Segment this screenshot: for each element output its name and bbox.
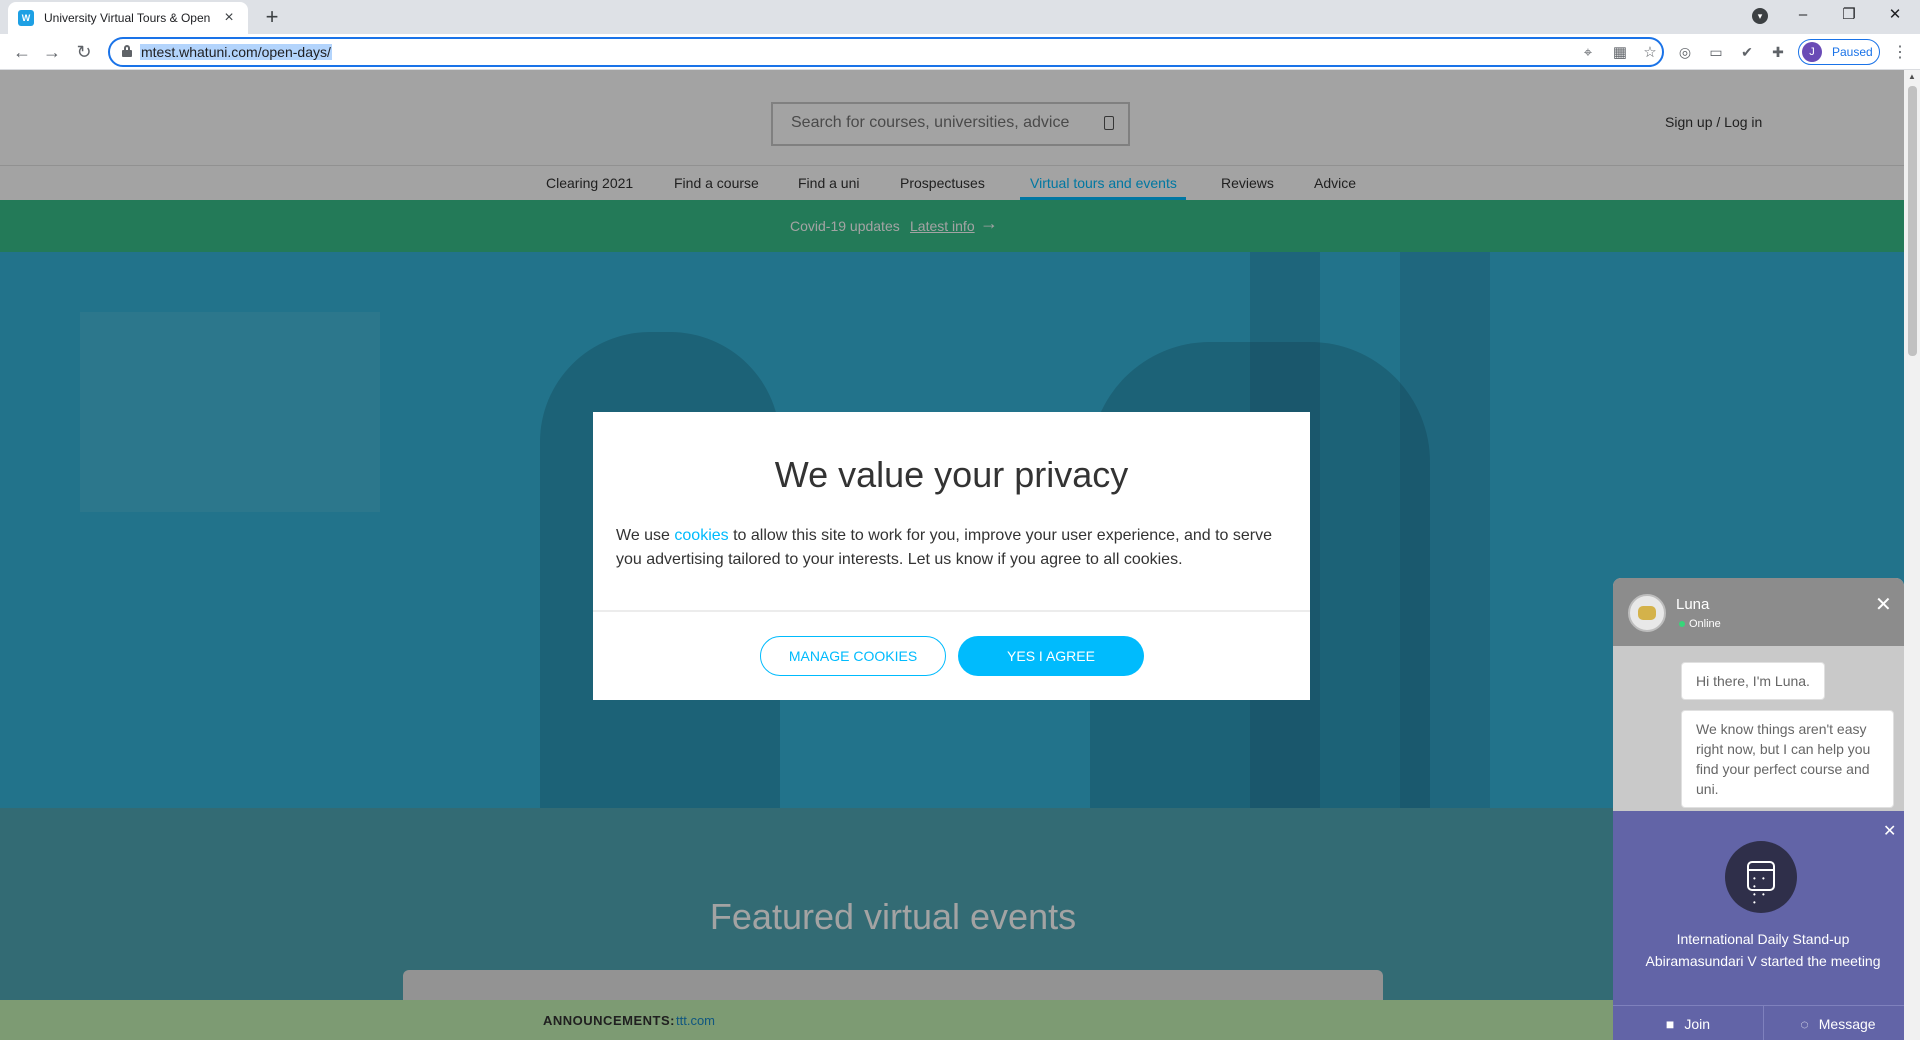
- tab-search-icon[interactable]: ▾: [1752, 8, 1768, 24]
- extensions-puzzle-icon[interactable]: ✚: [1769, 43, 1787, 61]
- chat-message: Hi there, I'm Luna.: [1681, 662, 1825, 700]
- chat-header: Luna Online ✕: [1613, 578, 1904, 646]
- address-bar[interactable]: mtest.whatuni.com/open-days/ ⌖ ▦ ☆: [108, 37, 1664, 67]
- join-button[interactable]: ■ Join: [1613, 1006, 1763, 1040]
- new-tab-button[interactable]: +: [258, 4, 286, 30]
- lock-icon[interactable]: [122, 45, 132, 57]
- url-text[interactable]: mtest.whatuni.com/open-days/: [140, 44, 332, 60]
- browser-toolbar: ← → ↻ mtest.whatuni.com/open-days/ ⌖ ▦ ☆…: [0, 34, 1920, 70]
- agree-button[interactable]: YES I AGREE: [958, 636, 1144, 676]
- cookies-link[interactable]: cookies: [674, 527, 728, 544]
- browser-tab[interactable]: W University Virtual Tours & Open Days ×: [8, 2, 248, 34]
- scroll-up-icon[interactable]: ▲: [1908, 72, 1916, 81]
- calendar-icon-badge: • • • • • •: [1725, 841, 1797, 913]
- chat-close-icon[interactable]: ✕: [1875, 592, 1892, 617]
- chat-agent-status: Online: [1689, 618, 1721, 630]
- privacy-title: We value your privacy: [774, 454, 1129, 495]
- reload-button[interactable]: ↻: [70, 38, 98, 66]
- scrollbar-thumb[interactable]: [1908, 86, 1917, 356]
- extension-chrome-icon[interactable]: ◎: [1676, 43, 1694, 61]
- back-button[interactable]: ←: [8, 38, 36, 66]
- luna-chat-widget: Luna Online ✕ Hi there, I'm Luna. We kno…: [1613, 578, 1904, 848]
- join-label: Join: [1684, 1016, 1711, 1032]
- notification-close-icon[interactable]: ✕: [1883, 821, 1896, 841]
- qr-code-icon[interactable]: ▦: [1610, 43, 1630, 63]
- profile-button[interactable]: J Paused: [1798, 39, 1880, 65]
- message-button[interactable]: ◌ Message: [1763, 1006, 1904, 1040]
- notification-actions: ■ Join ◌ Message: [1613, 1005, 1904, 1040]
- extension-car-icon[interactable]: ▭: [1707, 43, 1725, 61]
- video-camera-icon: ■: [1665, 1016, 1675, 1032]
- page-scrollbar[interactable]: ▲: [1904, 70, 1920, 1040]
- extension-check-icon[interactable]: ✔: [1738, 43, 1756, 61]
- avatar: J: [1802, 42, 1822, 62]
- chat-message: We know things aren't easy right now, bu…: [1681, 710, 1894, 808]
- meeting-title: International Daily Stand-up: [1676, 931, 1850, 947]
- calendar-icon: • • • • • •: [1747, 861, 1775, 907]
- tab-title: University Virtual Tours & Open Days: [44, 11, 214, 25]
- meeting-notification: ✕ • • • • • • International Daily Stand-u…: [1613, 811, 1904, 1040]
- chat-agent-name: Luna: [1676, 596, 1710, 613]
- manage-cookies-button[interactable]: MANAGE COOKIES: [760, 636, 946, 676]
- modal-divider: [593, 610, 1310, 612]
- browser-tab-strip: W University Virtual Tours & Open Days ×…: [0, 0, 1920, 34]
- bookmark-star-icon[interactable]: ☆: [1640, 43, 1660, 63]
- close-tab-icon[interactable]: ×: [220, 9, 238, 27]
- location-icon[interactable]: ⌖: [1578, 43, 1598, 63]
- forward-button[interactable]: →: [38, 38, 66, 66]
- privacy-text: We use cookies to allow this site to wor…: [616, 527, 1273, 568]
- close-window-button[interactable]: ✕: [1872, 0, 1918, 30]
- profile-status: Paused: [1832, 45, 1873, 59]
- restore-button[interactable]: ❐: [1826, 0, 1872, 30]
- online-status-icon: [1679, 621, 1685, 627]
- luna-avatar-icon: [1628, 594, 1666, 632]
- privacy-modal: We value your privacy We use cookies to …: [593, 412, 1310, 700]
- whatuni-favicon-icon: W: [18, 10, 34, 26]
- chat-bubble-icon: ◌: [1800, 1016, 1809, 1032]
- meeting-subtitle: Abiramasundari V started the meeting: [1645, 953, 1881, 969]
- browser-menu-icon[interactable]: ⋮: [1892, 42, 1908, 62]
- message-label: Message: [1818, 1016, 1876, 1032]
- page-viewport: Sign up / Log in Clearing 2021 Find a co…: [0, 70, 1904, 1040]
- minimize-button[interactable]: –: [1780, 0, 1826, 30]
